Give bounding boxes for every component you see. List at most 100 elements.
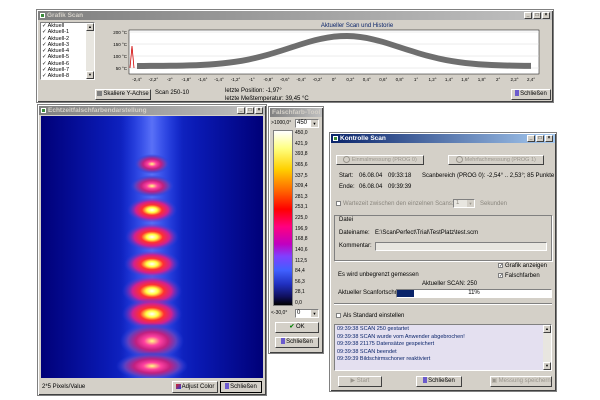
unbegrenzt-label: Es wird unbegrenzt gemessen — [338, 272, 419, 278]
radio-einmalmessung[interactable]: Einmalmessung (PROG 0) — [336, 155, 424, 165]
grafik-scan-titlebar[interactable]: Grafik Scan _ □ × — [38, 11, 552, 20]
checkmark-icon[interactable]: ✓ — [42, 73, 47, 79]
channel-label: Aktuell-2 — [47, 35, 70, 42]
channel-list[interactable]: ✓Aktuell ✓Aktuell-1 ✓Aktuell-2 ✓Aktuell-3 ✓A… — [40, 22, 95, 80]
window-icon — [40, 13, 45, 18]
x-tick-label: -0,8° — [264, 77, 274, 82]
x-tick-label: 2,4° — [527, 77, 535, 82]
adjust-color-button[interactable]: Adjust Color — [172, 381, 218, 393]
scan-history-chart: Aktueller Scan und Historie 200 °C 150 °C… — [113, 23, 540, 82]
x-tick-label: 1,8° — [478, 77, 486, 82]
x-tick-label: 1,6° — [461, 77, 469, 82]
messung-speichern-button[interactable]: ▣ Messung speichern — [490, 376, 552, 387]
false-color-image — [41, 116, 263, 378]
scan-range: Scanbereich (PROG 0): -2,54° .. 2,53°; 8… — [422, 173, 555, 179]
falschfarben-checkbox[interactable]: ✓ Falschfarben — [498, 273, 540, 280]
start-button[interactable]: ▶ Start — [338, 376, 382, 387]
scroll-down-icon[interactable]: ▼ — [543, 362, 551, 370]
checkmark-icon[interactable]: ✓ — [42, 42, 47, 48]
minimize-button[interactable]: _ — [237, 107, 245, 114]
start-label: Start: — [339, 173, 354, 179]
kommentar-label: Kommentar: — [339, 243, 372, 249]
falschfarb-close-button[interactable]: Schließen — [275, 337, 319, 348]
end-time: 09:39:39 — [388, 184, 412, 190]
standard-checkbox[interactable]: Als Standard einstellen — [336, 313, 404, 320]
maximize-button[interactable]: □ — [246, 107, 254, 114]
checkmark-icon[interactable]: ✓ — [42, 36, 47, 42]
close-button[interactable]: × — [255, 107, 263, 114]
radio-mehrfachmessung[interactable]: Mehrfachmessung (PROG 1) — [448, 155, 544, 165]
close-button[interactable]: × — [542, 12, 550, 19]
channel-label: Aktuell-5 — [47, 54, 70, 61]
chevron-down-icon[interactable]: ▼ — [311, 120, 318, 127]
dateiname-value: E:\ScanPerfect\Trial\TestPlatz\test.scm — [375, 230, 479, 236]
scroll-up-icon[interactable]: ▲ — [543, 325, 551, 333]
x-tick-label: 2,2° — [511, 77, 519, 82]
log-list[interactable]: 09:39:38 SCAN 250 gestartet 09:39:38 SCAN… — [334, 324, 552, 371]
chevron-down-icon[interactable]: ▼ — [467, 200, 474, 207]
lower-value-select[interactable]: 0 ▼ — [295, 309, 319, 318]
datei-group: Datei Dateiname: E:\ScanPerfect\Trial\Te… — [334, 215, 552, 261]
checkmark-icon[interactable]: ✓ — [42, 29, 47, 35]
channel-list-scrollbar[interactable]: ▲ ▼ — [86, 23, 94, 79]
channel-label: Aktuell-4 — [47, 48, 70, 55]
echtzeit-close-button[interactable]: Schließen — [220, 381, 262, 393]
checkmark-icon[interactable]: ✓ — [42, 67, 47, 73]
scroll-up-icon[interactable]: ▲ — [86, 23, 94, 31]
x-tick-label: -0,4° — [296, 77, 306, 82]
pixels-per-value-label: 2*5 Pixels/Value — [42, 384, 86, 390]
y-tick-label: 100 °C — [113, 54, 128, 59]
scale-labels: 450,0 421,9 393,8 365,6 337,5 309,4 281,3 253,1… — [294, 130, 322, 306]
kontrolle-titlebar[interactable]: Kontrolle Scan _ □ × — [331, 134, 555, 143]
grafik-close-button[interactable]: Schließen — [511, 89, 551, 100]
x-tick-label: 0,8° — [396, 77, 404, 82]
window-icon — [333, 136, 338, 141]
log-entry: 09:39:38 SCAN beendet — [337, 348, 397, 355]
y-tick-label: 50 °C — [116, 66, 128, 71]
checkmark-icon[interactable]: ✓ — [42, 23, 47, 29]
wait-unit: Sekunden — [480, 201, 508, 207]
chevron-down-icon[interactable]: ▼ — [311, 310, 318, 317]
grafik-checkbox[interactable]: ✓ Grafik anzeigen — [498, 263, 547, 270]
color-scale-bar — [273, 130, 293, 306]
echtzeit-titlebar[interactable]: Echtzeitfalschfarbendarstellung _ □ × — [39, 106, 265, 115]
wait-value-select[interactable]: 1 ▼ — [453, 199, 475, 208]
close-button[interactable]: × — [545, 135, 553, 142]
maximize-button[interactable]: □ — [536, 135, 544, 142]
scale-value-label: 84,4 — [295, 268, 305, 275]
dateiname-label: Dateiname: — [339, 230, 370, 236]
datei-group-label: Datei — [339, 217, 354, 223]
ok-button[interactable]: ✔ OK — [275, 322, 319, 333]
checkmark-icon: ✔ — [289, 324, 297, 330]
checkmark-icon[interactable]: ✓ — [42, 48, 47, 54]
y-tick-label: 200 °C — [113, 30, 128, 35]
last-temperature-label: letzte Meßtemperatur: 39,45 °C — [225, 96, 309, 102]
x-tick-label: -2° — [167, 77, 173, 82]
x-tick-label: 1,2° — [428, 77, 436, 82]
minimize-button[interactable]: _ — [527, 135, 535, 142]
x-tick-label: -1° — [249, 77, 255, 82]
checkmark-icon[interactable]: ✓ — [42, 54, 47, 60]
wait-checkbox[interactable]: Wartezeit zwischen den einzelnen Scans: — [336, 201, 454, 208]
channel-label: Aktuell-3 — [47, 41, 70, 48]
kontrolle-close-button[interactable]: Schließen — [416, 376, 462, 387]
channel-list-item[interactable]: ✓Aktuell-8 — [42, 73, 86, 79]
kommentar-input[interactable] — [375, 242, 547, 251]
falschfarb-titlebar[interactable]: Falschfarb-Tool — [270, 108, 322, 117]
scroll-down-icon[interactable]: ▼ — [86, 71, 94, 79]
window-title: Falschfarb-Tool — [272, 109, 321, 116]
checkmark-icon[interactable]: ✓ — [42, 61, 47, 67]
maximize-button[interactable]: □ — [533, 12, 541, 19]
chart-title: Aktueller Scan und Historie — [321, 23, 394, 29]
save-icon: ▣ — [491, 378, 499, 384]
log-scrollbar[interactable]: ▲ ▼ — [543, 325, 551, 370]
x-tick-label: -0,6° — [280, 77, 290, 82]
start-date: 06.08.04 — [359, 173, 383, 179]
window-title: Kontrolle Scan — [340, 135, 386, 142]
aktueller-scan-label: Aktueller SCAN: 250 — [422, 281, 478, 287]
x-tick-label: 0,2° — [346, 77, 354, 82]
upper-value-select[interactable]: 450 ▼ — [295, 119, 319, 128]
echtzeit-window: Echtzeitfalschfarbendarstellung _ □ × 2*… — [37, 104, 267, 396]
minimize-button[interactable]: _ — [524, 12, 532, 19]
scale-y-axis-button[interactable]: Skaliere Y-Achse — [95, 89, 151, 100]
